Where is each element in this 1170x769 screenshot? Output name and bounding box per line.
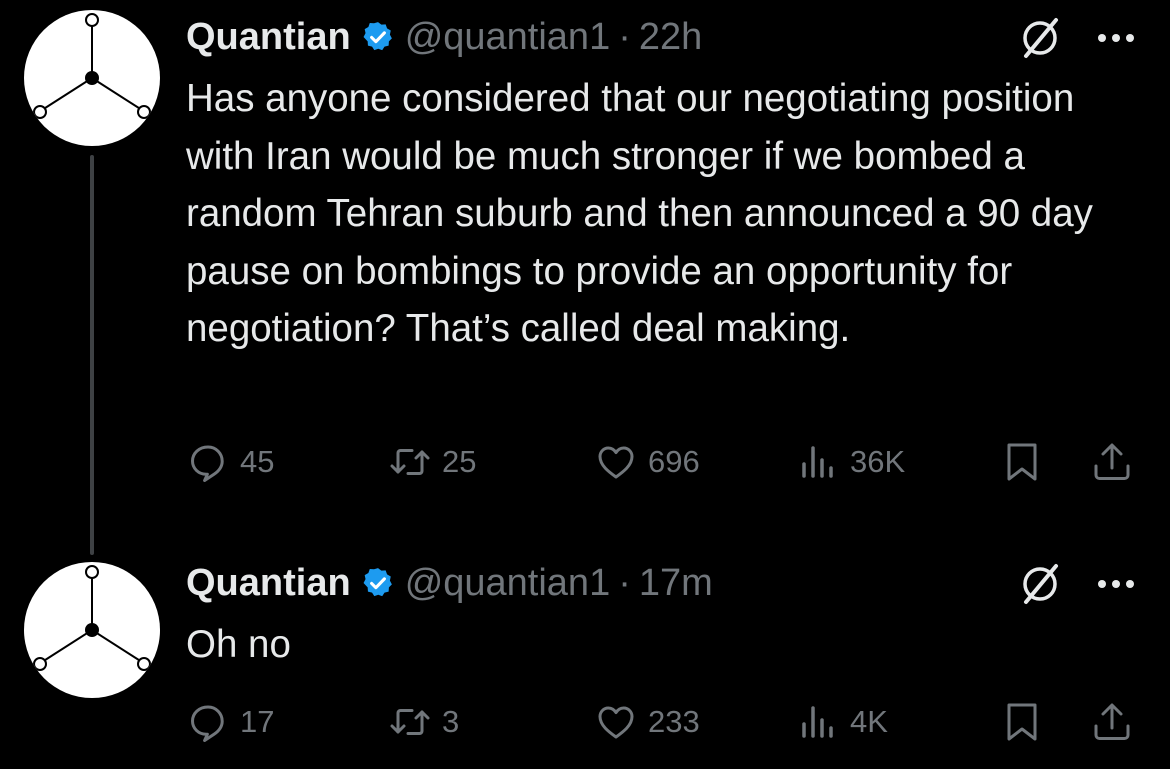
views-chart-icon — [802, 706, 833, 738]
display-name[interactable]: Quantian — [186, 12, 351, 62]
like-count: 696 — [648, 444, 700, 479]
like-button[interactable]: 696 — [594, 437, 700, 487]
separator-dot: · — [618, 16, 631, 58]
tweet-text: Has anyone considered that our negotiati… — [186, 77, 1093, 350]
reply-button[interactable]: 45 — [186, 437, 274, 487]
share-button[interactable] — [1090, 697, 1134, 747]
views-chart-icon — [802, 446, 833, 478]
user-handle[interactable]: @quantian1 — [405, 558, 611, 608]
share-icon — [1094, 703, 1130, 740]
display-name[interactable]: Quantian — [186, 558, 351, 608]
avatar-logo-icon — [33, 565, 151, 671]
timestamp[interactable]: 22h — [639, 12, 702, 62]
bookmark-button[interactable] — [1000, 697, 1044, 747]
like-button[interactable]: 233 — [594, 697, 700, 747]
views-button[interactable]: 4K — [796, 697, 888, 747]
heart-icon — [598, 446, 634, 479]
avatar-logo-icon — [33, 13, 151, 119]
repost-button[interactable]: 3 — [388, 697, 459, 747]
repost-button[interactable]: 25 — [388, 437, 476, 487]
bookmark-button[interactable] — [1000, 437, 1044, 487]
views-button[interactable]: 36K — [796, 437, 905, 487]
timestamp[interactable]: 17m — [639, 558, 713, 608]
repost-count: 3 — [442, 704, 460, 739]
thread-connector-line — [90, 155, 94, 555]
like-count: 233 — [648, 704, 700, 739]
verified-badge-icon — [363, 568, 392, 597]
separator-dot: · — [618, 562, 631, 604]
more-icon[interactable] — [1094, 28, 1138, 48]
bookmark-icon — [1007, 703, 1037, 741]
reply-icon — [191, 445, 224, 482]
repost-icon — [390, 709, 430, 735]
reply-count: 45 — [240, 444, 275, 479]
verified-badge-icon — [363, 22, 392, 51]
avatar[interactable] — [24, 562, 160, 698]
tweet-header: Quantian @quantian1 · 17m — [186, 558, 713, 608]
repost-icon — [390, 449, 430, 475]
tweet-actions: 17 3 233 4K — [0, 697, 1170, 747]
share-icon — [1094, 443, 1130, 480]
tweet-text: Oh no — [186, 623, 291, 666]
reply-count: 17 — [240, 704, 275, 739]
user-handle[interactable]: @quantian1 — [405, 12, 611, 62]
tweet-header: Quantian @quantian1 · 22h — [186, 12, 702, 62]
view-count: 36K — [850, 444, 906, 479]
reply-icon — [191, 705, 224, 742]
share-button[interactable] — [1090, 437, 1134, 487]
reply-button[interactable]: 17 — [186, 697, 274, 747]
grok-icon[interactable] — [1018, 562, 1062, 606]
view-count: 4K — [850, 704, 888, 739]
tweet-actions: 45 25 696 36K — [0, 437, 1170, 487]
repost-count: 25 — [442, 444, 477, 479]
more-icon[interactable] — [1094, 574, 1138, 594]
grok-icon[interactable] — [1018, 16, 1062, 60]
heart-icon — [598, 706, 634, 739]
avatar[interactable] — [24, 10, 160, 146]
bookmark-icon — [1007, 443, 1037, 481]
